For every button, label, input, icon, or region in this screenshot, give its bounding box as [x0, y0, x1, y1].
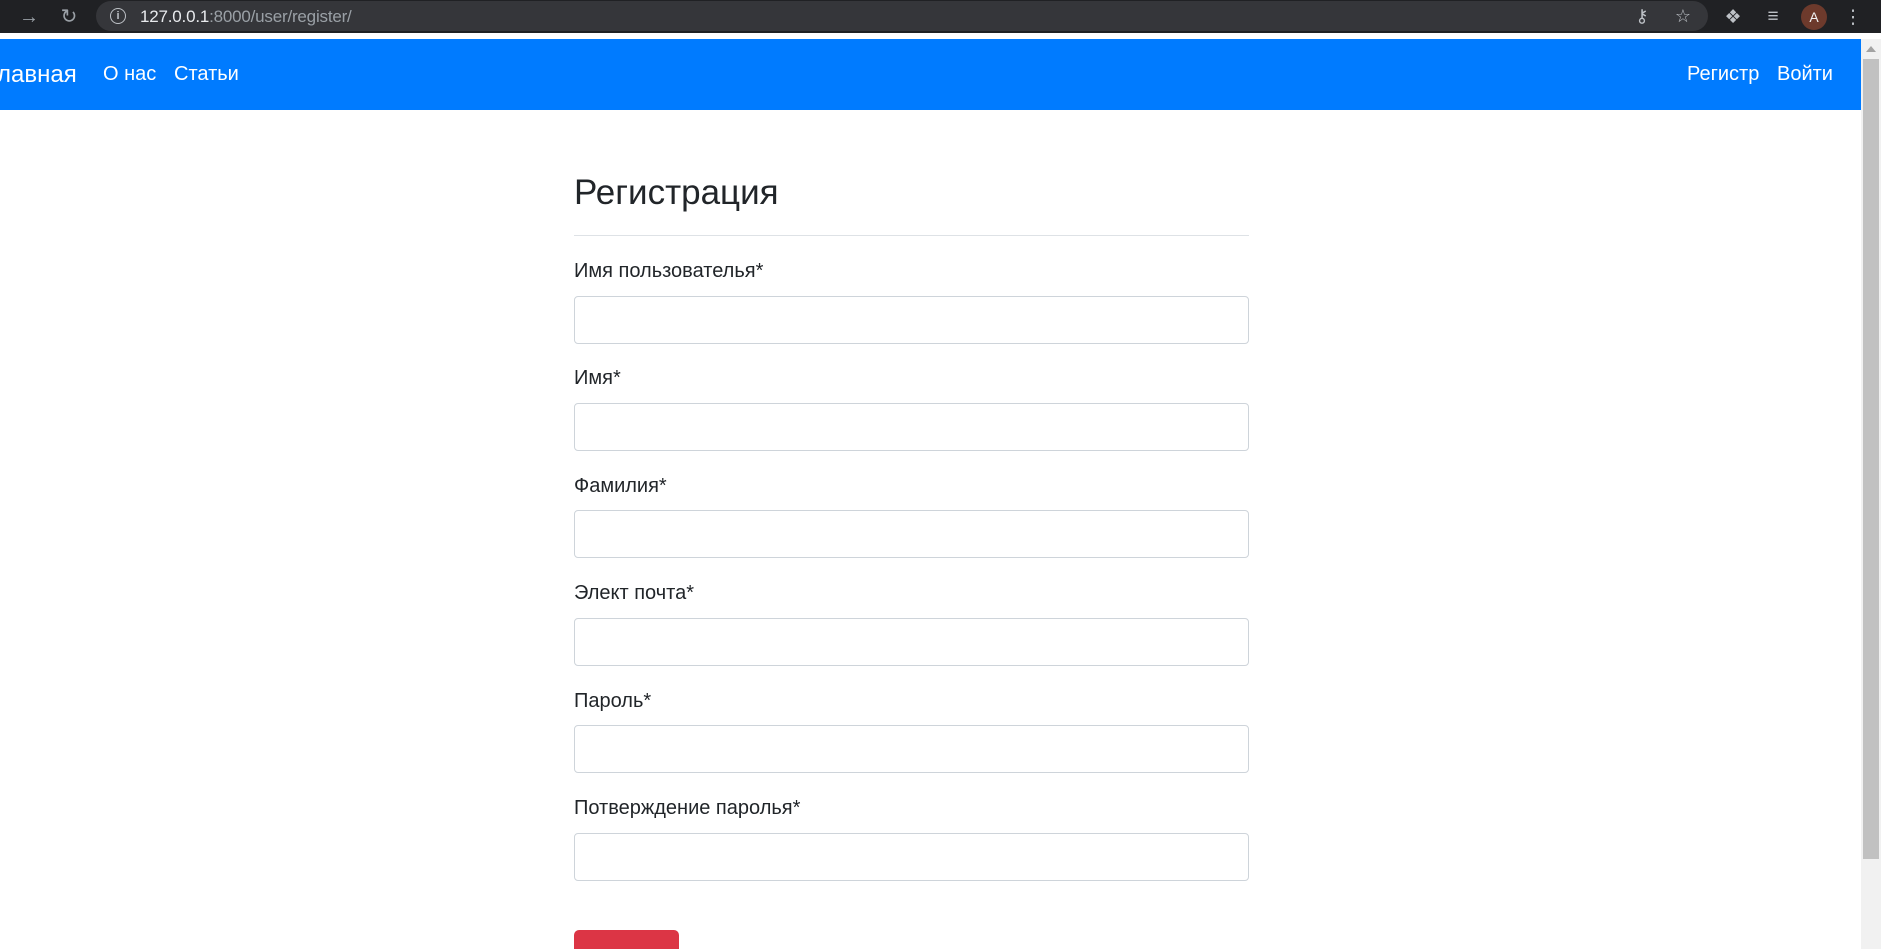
avatar[interactable]: A — [1801, 4, 1827, 30]
last-name-input[interactable] — [574, 510, 1249, 558]
nav-link-login[interactable]: Войти — [1777, 63, 1833, 86]
password-confirm-input[interactable] — [574, 833, 1249, 881]
scrollbar-thumb[interactable] — [1863, 59, 1879, 859]
browser-toolbar: → ↻ i 127.0.0.1:8000/user/register/ ⚷ ☆ … — [0, 0, 1881, 33]
url-host: 127.0.0.1 — [140, 7, 210, 26]
nav-link-articles[interactable]: Статьи — [174, 63, 239, 86]
submit-button[interactable] — [574, 930, 679, 949]
divider — [574, 235, 1249, 236]
site-navbar: лавная О нас Статьи Регистр Войти — [0, 39, 1861, 110]
username-input[interactable] — [574, 296, 1249, 344]
password-input[interactable] — [574, 725, 1249, 773]
url-path: :8000/user/register/ — [209, 7, 352, 26]
last-name-label: Фамилия* — [574, 475, 667, 497]
nav-link-register[interactable]: Регистр — [1687, 63, 1759, 86]
first-name-label: Имя* — [574, 367, 621, 389]
url-text[interactable]: 127.0.0.1:8000/user/register/ — [140, 7, 352, 27]
nav-brand-home[interactable]: лавная — [0, 61, 77, 89]
reading-list-icon[interactable]: ≡ — [1760, 4, 1786, 30]
email-label: Элект почта* — [574, 582, 694, 604]
star-icon[interactable]: ☆ — [1672, 5, 1694, 27]
password-label: Пароль* — [574, 690, 652, 712]
forward-icon[interactable]: → — [16, 4, 42, 30]
page-title: Регистрация — [574, 173, 779, 212]
key-icon[interactable]: ⚷ — [1631, 5, 1653, 27]
reload-icon[interactable]: ↻ — [56, 4, 82, 30]
site-info-icon[interactable]: i — [110, 8, 126, 24]
extensions-puzzle-icon[interactable]: ❖ — [1720, 4, 1746, 30]
username-label: Имя пользователья* — [574, 260, 764, 282]
address-bar[interactable]: i 127.0.0.1:8000/user/register/ ⚷ ☆ — [96, 1, 1708, 31]
first-name-input[interactable] — [574, 403, 1249, 451]
nav-link-about[interactable]: О нас — [103, 63, 156, 86]
email-input[interactable] — [574, 618, 1249, 666]
scroll-up-arrow-icon[interactable] — [1866, 46, 1876, 52]
menu-kebab-icon[interactable]: ⋮ — [1840, 4, 1866, 30]
password-confirm-label: Потверждение паролья* — [574, 797, 801, 819]
